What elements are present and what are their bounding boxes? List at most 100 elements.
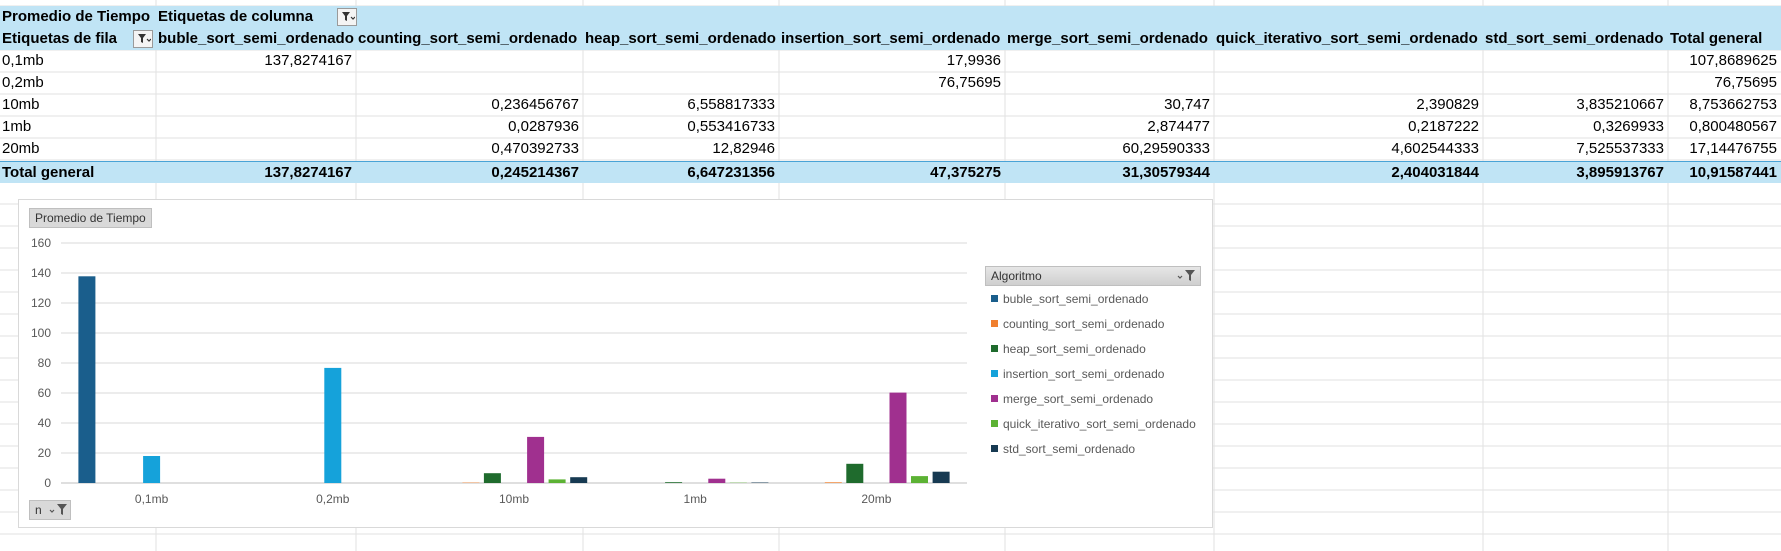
row-filter-button[interactable] [133, 30, 153, 48]
row-label[interactable]: 1mb [0, 116, 150, 138]
value-cell[interactable]: 0,3269933 [1483, 116, 1668, 138]
bar[interactable] [324, 367, 342, 483]
value-cell[interactable] [779, 138, 1005, 160]
value-cell[interactable]: 76,75695 [1668, 72, 1781, 94]
value-cell[interactable]: 31,30579344 [1005, 162, 1214, 184]
bar[interactable] [78, 276, 96, 483]
value-cell[interactable]: 0,236456767 [356, 94, 583, 116]
value-cell[interactable] [356, 72, 583, 94]
bar[interactable] [751, 482, 769, 484]
column-filter-button[interactable] [337, 8, 357, 26]
legend-swatch [991, 345, 998, 352]
bar[interactable] [932, 471, 950, 483]
y-tick-label: 0 [44, 476, 51, 490]
value-cell[interactable]: 0,245214367 [356, 162, 583, 184]
bar[interactable] [483, 473, 501, 483]
value-cell[interactable]: 0,2187222 [1214, 116, 1483, 138]
value-cell[interactable] [583, 50, 779, 72]
y-tick-label: 160 [31, 236, 51, 250]
value-cell[interactable] [1214, 50, 1483, 72]
value-cell[interactable] [156, 116, 356, 138]
legend-swatch [991, 420, 998, 427]
value-cell[interactable]: 47,375275 [779, 162, 1005, 184]
bar[interactable] [846, 463, 864, 483]
legend-field-chip[interactable]: Algoritmo [985, 266, 1201, 286]
value-cell[interactable]: 2,404031844 [1214, 162, 1483, 184]
axis-field-label: n [35, 503, 42, 517]
value-cell[interactable] [779, 94, 1005, 116]
legend-swatch [991, 320, 998, 327]
legend-title: Algoritmo [991, 269, 1042, 283]
value-cell[interactable] [1483, 50, 1668, 72]
column-header[interactable]: heap_sort_semi_ordenado [583, 28, 779, 50]
value-cell[interactable]: 0,800480567 [1668, 116, 1781, 138]
value-cell[interactable]: 8,753662753 [1668, 94, 1781, 116]
row-label[interactable]: 10mb [0, 94, 150, 116]
x-tick-label: 10mb [499, 492, 529, 506]
bar[interactable] [824, 482, 842, 483]
value-cell[interactable]: 17,14476755 [1668, 138, 1781, 160]
value-cell[interactable] [156, 94, 356, 116]
value-cell[interactable]: 3,835210667 [1483, 94, 1668, 116]
value-cell[interactable]: 107,8689625 [1668, 50, 1781, 72]
pivot-chart[interactable]: Promedio de Tiempo 0 20 40 60 80 100 120 140 160… [18, 199, 1213, 528]
value-cell[interactable] [156, 72, 356, 94]
value-cell[interactable] [1005, 50, 1214, 72]
value-cell[interactable] [156, 138, 356, 160]
column-header[interactable]: quick_iterativo_sort_semi_ordenado [1214, 28, 1483, 50]
value-cell[interactable]: 60,29590333 [1005, 138, 1214, 160]
column-header[interactable]: buble_sort_semi_ordenado [156, 28, 356, 50]
bar[interactable] [708, 478, 726, 483]
bar[interactable] [548, 479, 566, 483]
value-cell[interactable] [1005, 72, 1214, 94]
row-label[interactable]: 20mb [0, 138, 150, 160]
data-row: 20mb 0,470392733 12,82946 60,29590333 4,6025… [0, 138, 1781, 160]
value-cell[interactable] [1214, 72, 1483, 94]
column-header[interactable]: counting_sort_semi_ordenado [356, 28, 583, 50]
value-cell[interactable]: 0,553416733 [583, 116, 779, 138]
value-cell[interactable] [583, 72, 779, 94]
value-cell[interactable]: 10,91587441 [1668, 162, 1781, 184]
column-header[interactable]: merge_sort_semi_ordenado [1005, 28, 1214, 50]
x-tick-label: 0,2mb [316, 492, 350, 506]
value-cell[interactable] [356, 50, 583, 72]
axis-field-chip[interactable]: n [29, 500, 71, 520]
row-labels-caption[interactable]: Etiquetas de fila [0, 28, 135, 50]
value-cell[interactable]: 7,525537333 [1483, 138, 1668, 160]
data-row: 10mb 0,236456767 6,558817333 30,747 2,390829… [0, 94, 1781, 116]
column-labels-caption[interactable]: Etiquetas de columna [156, 6, 356, 28]
bar[interactable] [889, 392, 907, 483]
row-label[interactable]: 0,1mb [0, 50, 150, 72]
column-header[interactable]: Total general [1668, 28, 1781, 50]
y-tick-label: 120 [31, 296, 51, 310]
value-cell[interactable]: 17,9936 [779, 50, 1005, 72]
chart-plot-area: 0 20 40 60 80 100 120 140 160 0,1mb 0,2mb 10mb 1mb 20… [31, 236, 967, 506]
value-cell[interactable]: 12,82946 [583, 138, 779, 160]
value-cell[interactable]: 6,558817333 [583, 94, 779, 116]
value-cell[interactable]: 4,602544333 [1214, 138, 1483, 160]
value-cell[interactable]: 137,8274167 [156, 162, 356, 184]
value-cell[interactable]: 30,747 [1005, 94, 1214, 116]
value-cell[interactable]: 2,390829 [1214, 94, 1483, 116]
value-field-label[interactable]: Promedio de Tiempo [0, 6, 155, 28]
value-cell[interactable]: 0,0287936 [356, 116, 583, 138]
bar[interactable] [527, 436, 545, 483]
row-label[interactable]: 0,2mb [0, 72, 150, 94]
bar[interactable] [143, 456, 161, 483]
value-cell[interactable]: 137,8274167 [156, 50, 356, 72]
legend-label: insertion_sort_semi_ordenado [1003, 367, 1165, 381]
column-header[interactable]: std_sort_semi_ordenado [1483, 28, 1668, 50]
total-label[interactable]: Total general [0, 162, 150, 184]
data-row: 1mb 0,0287936 0,553416733 2,874477 0,2187222… [0, 116, 1781, 138]
value-cell[interactable]: 3,895913767 [1483, 162, 1668, 184]
bar[interactable] [570, 477, 588, 483]
value-cell[interactable]: 2,874477 [1005, 116, 1214, 138]
column-header[interactable]: insertion_sort_semi_ordenado [779, 28, 1005, 50]
value-cell[interactable]: 6,647231356 [583, 162, 779, 184]
value-cell[interactable]: 0,470392733 [356, 138, 583, 160]
bar[interactable] [665, 482, 683, 483]
value-cell[interactable]: 76,75695 [779, 72, 1005, 94]
bar[interactable] [911, 476, 928, 483]
value-cell[interactable] [1483, 72, 1668, 94]
value-cell[interactable] [779, 116, 1005, 138]
